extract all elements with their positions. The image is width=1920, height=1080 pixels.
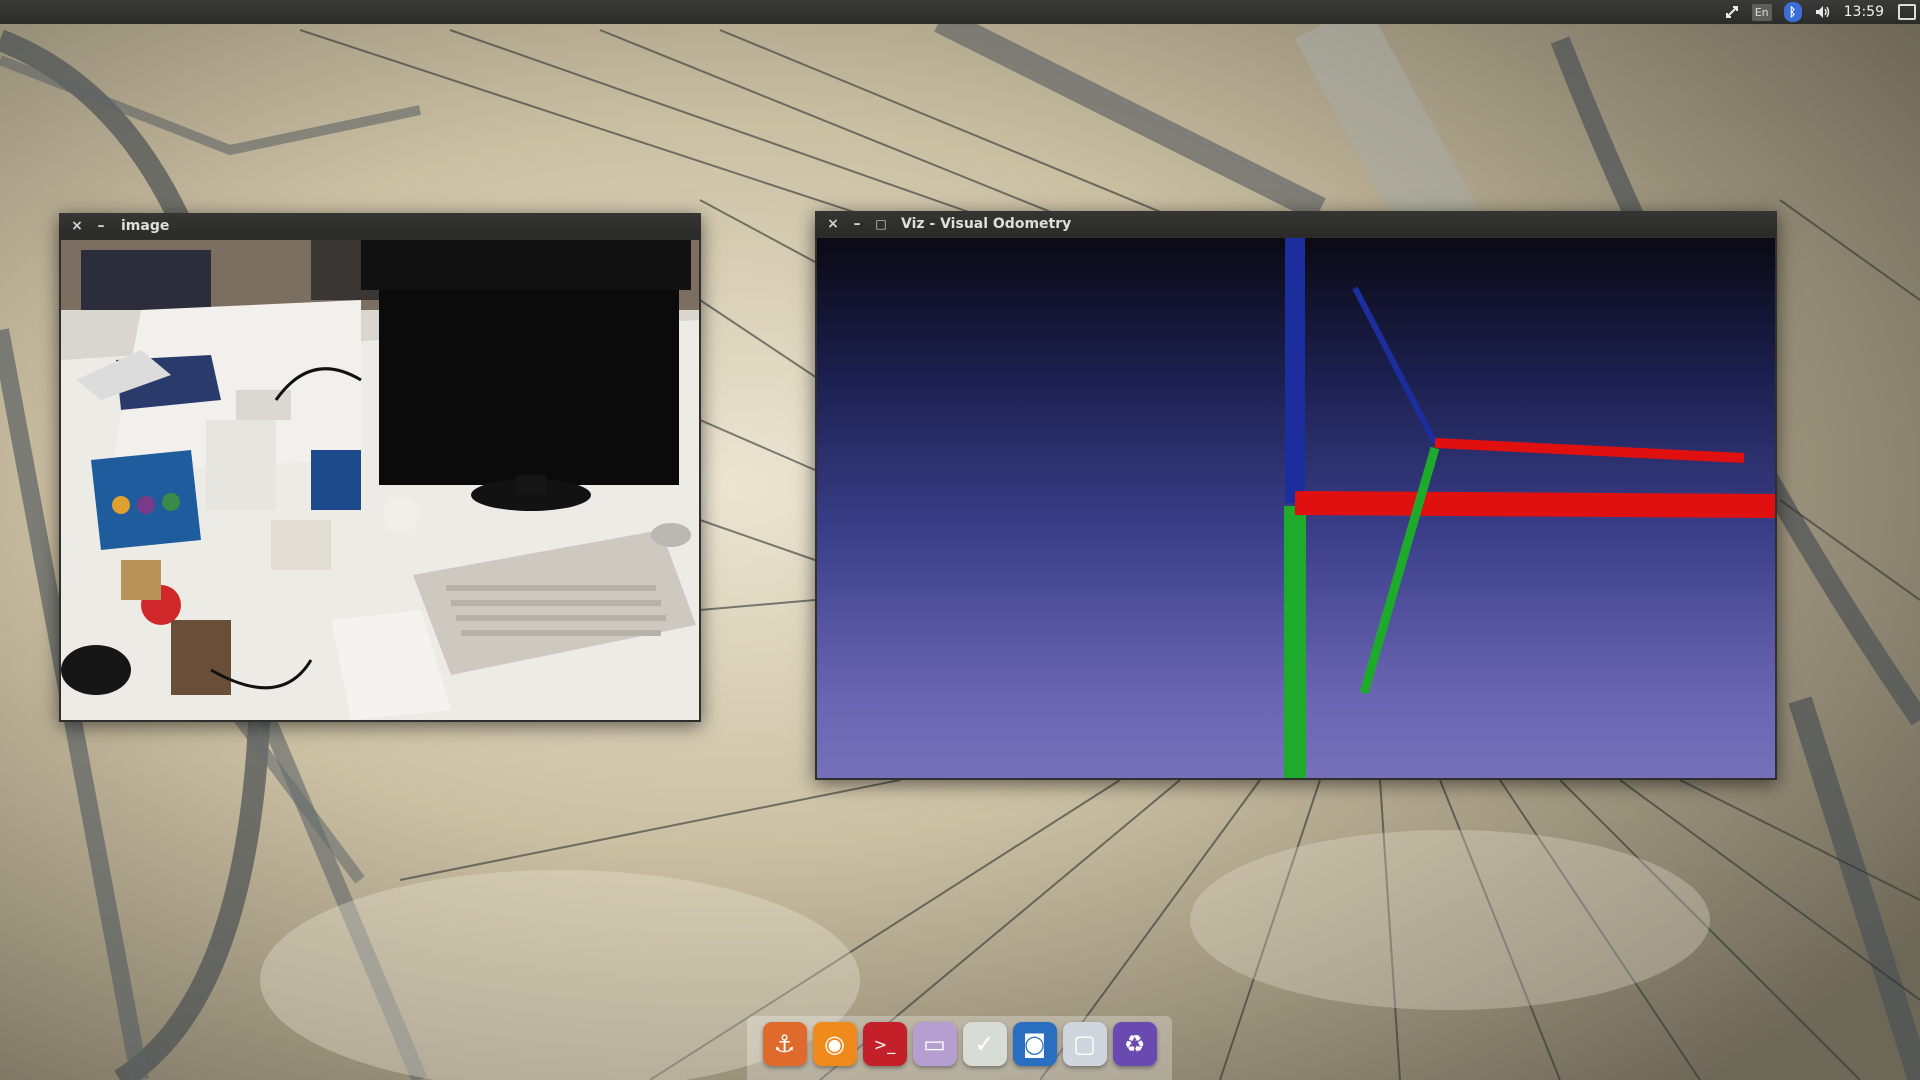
- window-title: Viz - Visual Odometry: [901, 216, 1072, 232]
- volume-icon[interactable]: [1814, 0, 1832, 24]
- trash-icon[interactable]: ♻: [1112, 1022, 1157, 1066]
- desk-photo: [61, 240, 699, 720]
- clock[interactable]: 13:59: [1844, 4, 1884, 20]
- anchor-launcher-icon[interactable]: ⚓: [762, 1022, 807, 1066]
- camera-y-axis: [1359, 446, 1440, 695]
- terminal-icon[interactable]: >_: [862, 1022, 907, 1066]
- camera-z-axis: [1352, 286, 1438, 445]
- firefox-icon[interactable]: ◉: [812, 1022, 857, 1066]
- screenshot-icon[interactable]: ◙: [1012, 1022, 1057, 1066]
- bluetooth-icon[interactable]: ᛒ: [1783, 2, 1802, 22]
- viz-3d-view[interactable]: [817, 238, 1775, 778]
- top-panel: En ᛒ 13:59: [0, 0, 1920, 24]
- keyboard-layout-indicator[interactable]: En: [1751, 3, 1772, 21]
- network-icon[interactable]: [1724, 0, 1740, 24]
- dock: ⚓ ◉ >_ ▭ ✓ ◙ ▢ ♻: [747, 1016, 1172, 1080]
- window-icon[interactable]: ▢: [1062, 1022, 1107, 1066]
- viz-window: × – □ Viz - Visual Odometry: [815, 211, 1777, 780]
- camera-x-axis: [1434, 438, 1745, 463]
- camera-image: [61, 240, 699, 720]
- minimize-button[interactable]: –: [89, 218, 113, 234]
- world-x-axis: [1294, 491, 1775, 518]
- window-title: image: [121, 218, 170, 234]
- maximize-button[interactable]: □: [869, 217, 893, 231]
- session-icon[interactable]: [1898, 4, 1916, 20]
- files-icon[interactable]: ▭: [912, 1022, 957, 1066]
- viz-window-titlebar[interactable]: × – □ Viz - Visual Odometry: [815, 211, 1777, 237]
- software-updater-icon[interactable]: ✓: [962, 1022, 1007, 1066]
- image-window: × – image: [59, 213, 701, 722]
- minimize-button[interactable]: –: [845, 216, 869, 232]
- image-window-titlebar[interactable]: × – image: [59, 213, 701, 239]
- close-button[interactable]: ×: [821, 216, 845, 232]
- coordinate-axes: [1284, 238, 1775, 778]
- close-button[interactable]: ×: [65, 218, 89, 234]
